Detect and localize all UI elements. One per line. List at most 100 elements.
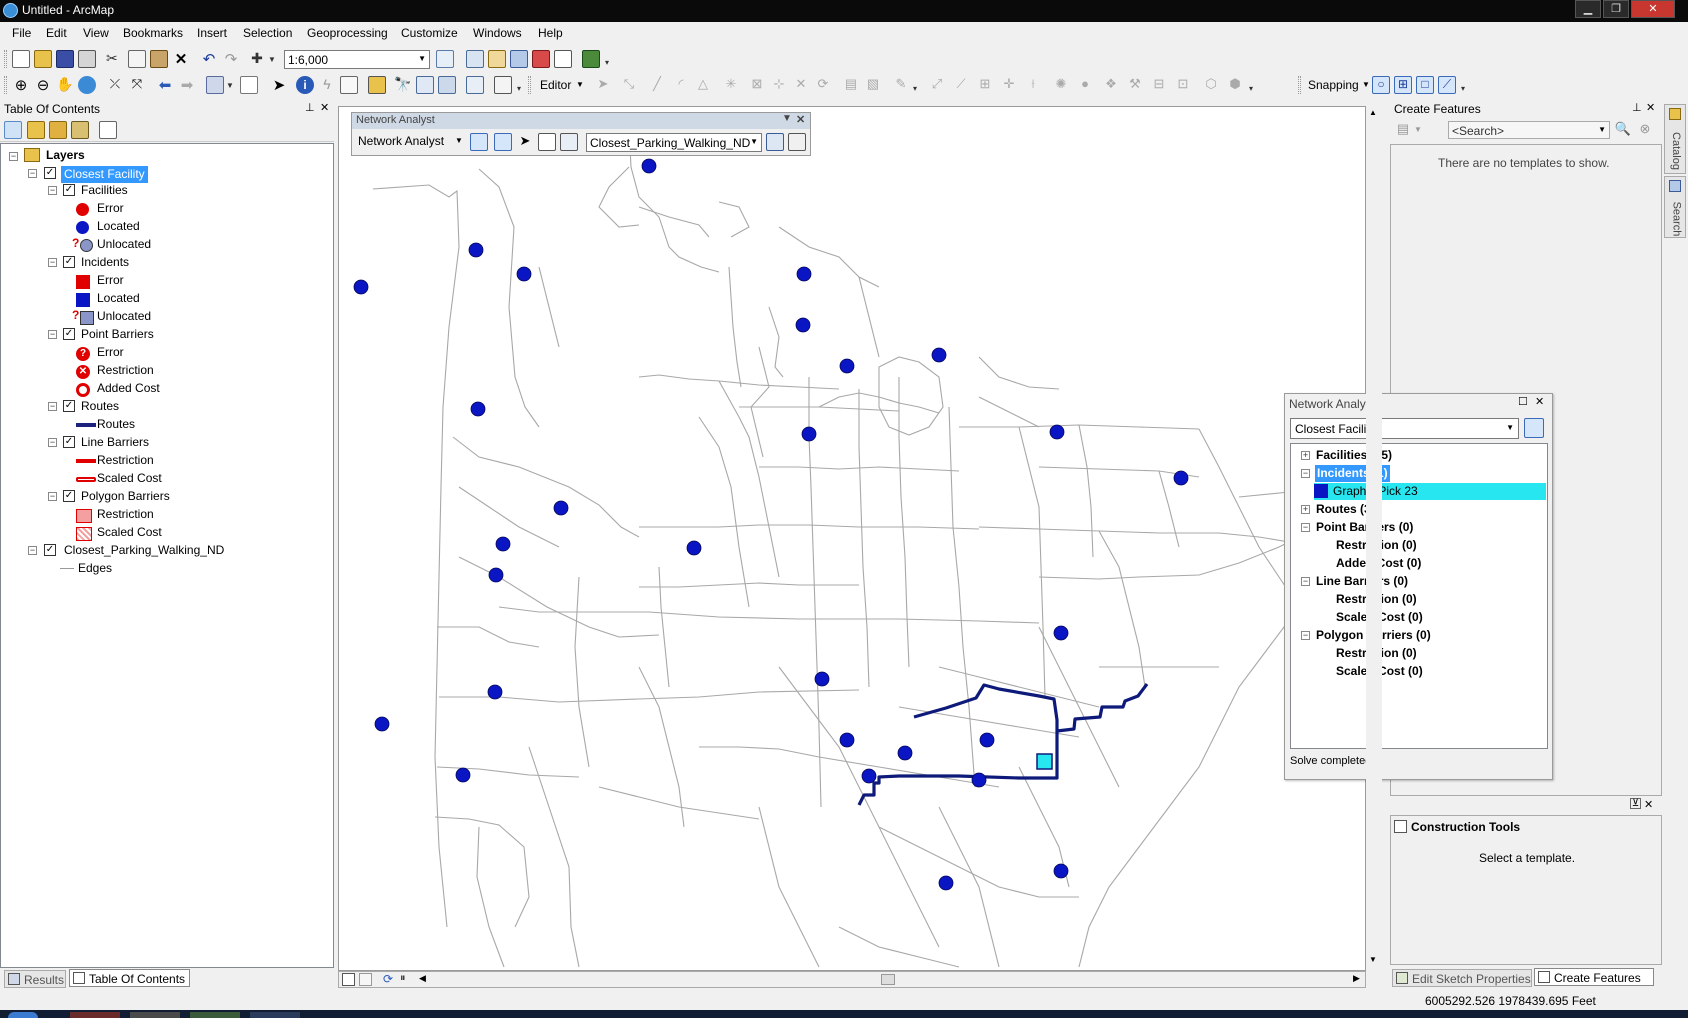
list-by-drawing-order-icon[interactable]: [4, 121, 22, 139]
model-builder-icon[interactable]: [582, 50, 600, 68]
topology-tool-6-icon[interactable]: ⊡: [1174, 76, 1192, 94]
open-icon[interactable]: [34, 50, 52, 68]
paste-icon[interactable]: [150, 50, 168, 68]
tab-results[interactable]: Results: [4, 970, 66, 988]
point-icon[interactable]: ✳: [722, 76, 740, 94]
pin-icon[interactable]: ⊥: [1632, 101, 1642, 114]
na-toolbar-header[interactable]: Network Analyst ▼ ✕: [352, 113, 810, 129]
facility-point[interactable]: [971, 772, 987, 788]
split-tool-icon[interactable]: ⟳: [814, 76, 832, 94]
close-icon[interactable]: ✕: [1646, 101, 1655, 114]
chevron-down-icon[interactable]: ▼: [268, 55, 276, 65]
close-icon[interactable]: ✕: [1535, 395, 1544, 408]
na-class-point-barriers[interactable]: Point Barriers (0): [1316, 520, 1413, 537]
facility-point[interactable]: [795, 317, 811, 333]
side-tab-catalog[interactable]: Catalog: [1664, 104, 1686, 174]
reshape-icon[interactable]: ⊹: [770, 76, 788, 94]
print-icon[interactable]: [78, 50, 96, 68]
layer-visibility-checkbox[interactable]: ✓: [63, 184, 75, 196]
cut-polygons-icon[interactable]: ✕: [792, 76, 810, 94]
edit-tool-icon[interactable]: ➤: [594, 76, 612, 94]
toc-layer-network-dataset[interactable]: Closest_Parking_Walking_ND: [64, 543, 224, 560]
menu-geoprocessing[interactable]: Geoprocessing: [307, 26, 388, 40]
map-scale-combobox[interactable]: 1:6,000 ▼: [284, 50, 430, 69]
tab-edit-sketch-properties[interactable]: Edit Sketch Properties: [1392, 969, 1532, 987]
menu-insert[interactable]: Insert: [197, 26, 227, 40]
layer-visibility-checkbox[interactable]: ✓: [63, 328, 75, 340]
toolbar-options-icon[interactable]: ▾: [605, 58, 611, 68]
menu-bookmarks[interactable]: Bookmarks: [123, 26, 183, 40]
na-window-toggle-icon[interactable]: [470, 133, 488, 151]
network-identify-icon[interactable]: [788, 133, 806, 151]
find-icon[interactable]: 🔭: [394, 76, 412, 94]
collapse-icon[interactable]: −: [48, 330, 57, 339]
sketch-properties-icon[interactable]: ▧: [864, 76, 882, 94]
georef-tool-4-icon[interactable]: ✛: [1000, 76, 1018, 94]
toc-sublayer-facilities[interactable]: Facilities: [81, 183, 128, 200]
create-network-location-icon[interactable]: [494, 133, 512, 151]
list-by-visibility-icon[interactable]: [49, 121, 67, 139]
toolbar-options-icon[interactable]: ▾: [913, 84, 919, 94]
python-window-icon[interactable]: [554, 50, 572, 68]
hyperlink-icon[interactable]: ϟ: [318, 76, 336, 94]
toc-sublayer-routes[interactable]: Routes: [81, 399, 119, 416]
template-search-input[interactable]: <Search> ▼: [1448, 121, 1610, 139]
editor-menu[interactable]: Editor: [540, 78, 571, 92]
html-popup-icon[interactable]: [340, 76, 358, 94]
tab-table-of-contents[interactable]: Table Of Contents: [69, 969, 190, 987]
toc-window-icon[interactable]: [466, 50, 484, 68]
facility-point[interactable]: [470, 401, 486, 417]
data-view-button[interactable]: [342, 973, 355, 986]
close-icon[interactable]: ✕: [320, 101, 329, 114]
close-icon[interactable]: ✕: [796, 113, 805, 126]
chevron-down-icon[interactable]: ▼: [576, 80, 584, 89]
collapse-icon[interactable]: −: [1301, 631, 1310, 640]
georef-tool-1-icon[interactable]: ⤢: [928, 76, 946, 94]
facility-point[interactable]: [897, 745, 913, 761]
facility-point[interactable]: [495, 536, 511, 552]
georef-tool-2-icon[interactable]: ⟋: [952, 76, 970, 94]
toc-sublayer-point-barriers[interactable]: Point Barriers: [81, 327, 154, 344]
analysis-properties-icon[interactable]: [1524, 418, 1544, 438]
collapse-icon[interactable]: −: [48, 492, 57, 501]
taskbar-app[interactable]: [130, 1012, 180, 1018]
select-features-icon[interactable]: [206, 76, 224, 94]
attributes-icon[interactable]: ▤: [842, 76, 860, 94]
start-button[interactable]: [8, 1012, 38, 1018]
facility-point[interactable]: [455, 767, 471, 783]
chevron-down-icon[interactable]: ▼: [455, 136, 463, 145]
toc-sublayer-incidents[interactable]: Incidents: [81, 255, 129, 272]
scroll-up-icon[interactable]: ▲: [1369, 108, 1377, 117]
topology-tool-7-icon[interactable]: ⬡: [1202, 76, 1220, 94]
facility-point[interactable]: [979, 732, 995, 748]
taskbar-app[interactable]: [190, 1012, 240, 1018]
layer-visibility-checkbox[interactable]: ✓: [44, 544, 56, 556]
facility-point[interactable]: [839, 732, 855, 748]
topology-tool-5-icon[interactable]: ⊟: [1150, 76, 1168, 94]
delete-icon[interactable]: ✕: [172, 50, 190, 68]
list-by-source-icon[interactable]: [27, 121, 45, 139]
time-slider-icon[interactable]: [466, 76, 484, 94]
layer-visibility-checkbox[interactable]: ✓: [63, 400, 75, 412]
end-point-arc-icon[interactable]: ◜: [672, 76, 690, 94]
incident-graphic-pick-23[interactable]: [1036, 753, 1053, 770]
georef-tool-5-icon[interactable]: ⟊: [1024, 76, 1042, 94]
facility-point[interactable]: [686, 540, 702, 556]
facility-point[interactable]: [488, 567, 504, 583]
fixed-zoom-out-icon[interactable]: ⤧: [128, 76, 146, 94]
toc-layer-closest-facility[interactable]: Closest Facility: [61, 166, 148, 183]
facility-point[interactable]: [516, 266, 532, 282]
chevron-down-icon[interactable]: ▼: [1362, 80, 1370, 89]
vertex-snapping-icon[interactable]: □: [1416, 76, 1434, 94]
list-by-selection-icon[interactable]: [71, 121, 89, 139]
measure-icon[interactable]: [368, 76, 386, 94]
refresh-icon[interactable]: ⟳: [383, 972, 393, 986]
map-view[interactable]: [338, 106, 1366, 971]
maximize-button[interactable]: ❐: [1603, 0, 1629, 18]
facility-point[interactable]: [374, 716, 390, 732]
identify-icon[interactable]: i: [296, 76, 314, 94]
scroll-left-icon[interactable]: ◀: [419, 973, 426, 984]
toc-root-layers[interactable]: Layers: [46, 148, 85, 165]
layer-visibility-checkbox[interactable]: ✓: [44, 167, 56, 179]
layer-visibility-checkbox[interactable]: ✓: [63, 436, 75, 448]
